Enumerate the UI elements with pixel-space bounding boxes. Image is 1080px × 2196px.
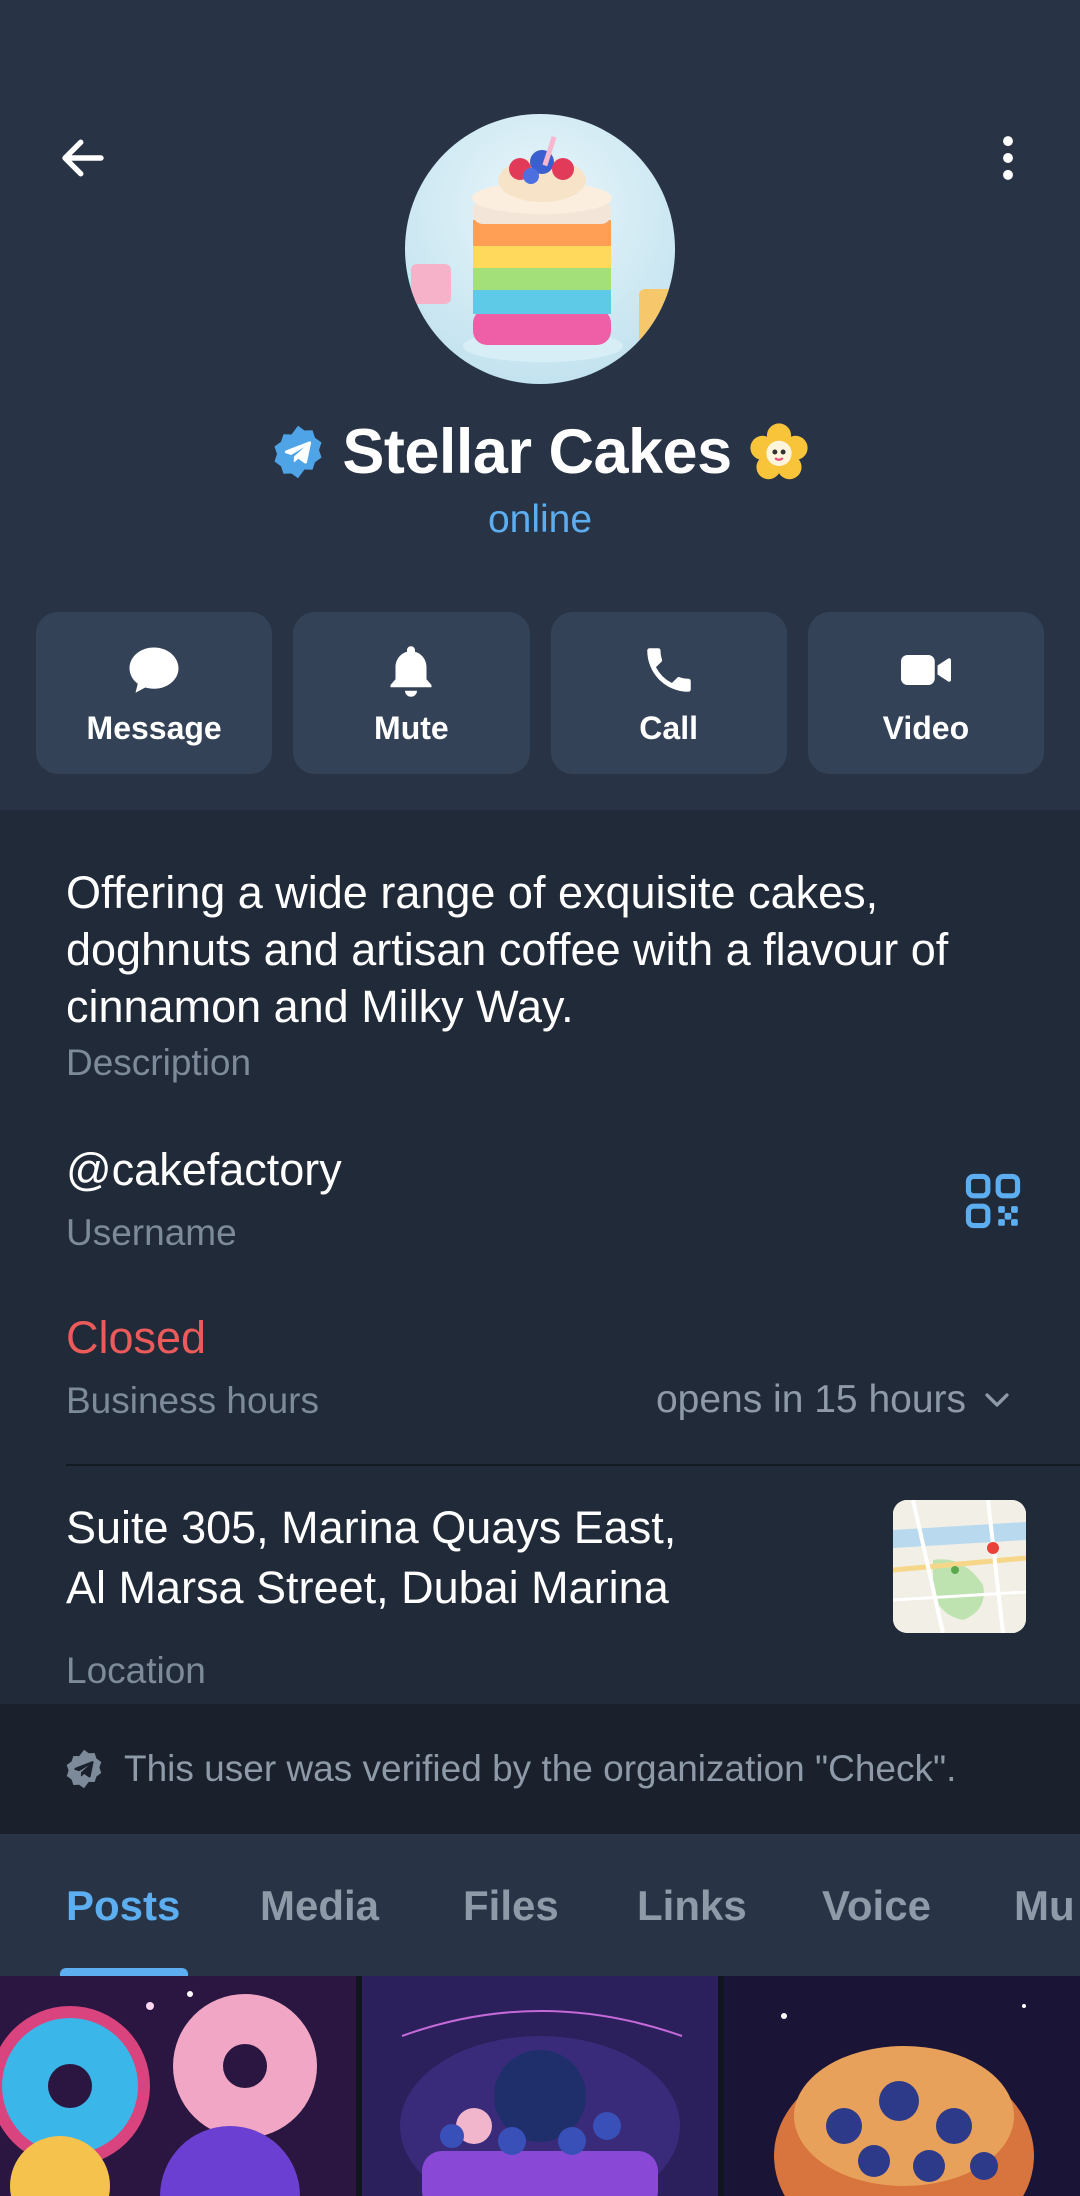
post-thumbnail[interactable]: [724, 1976, 1080, 2196]
business-hours-toggle[interactable]: opens in 15 hours: [656, 1378, 1014, 1422]
call-label: Call: [639, 709, 698, 746]
profile-info-section: Offering a wide range of exquisite cakes…: [0, 810, 1080, 1704]
map-image: [893, 1500, 1026, 1633]
message-label: Message: [86, 709, 222, 746]
username-value[interactable]: @cakefactory: [66, 1144, 342, 1196]
opens-text: opens in 15 hours: [655, 1378, 966, 1421]
arrow-left-icon: [62, 139, 104, 177]
blueberry-muffin-image: [724, 1976, 1080, 2196]
posts-grid: [0, 1976, 1080, 2196]
business-hours-label: Business hours: [66, 1380, 319, 1421]
profile-header: Stellar Cakes online Message Mute Call V…: [0, 0, 1080, 810]
qr-code-icon: [965, 1173, 1021, 1229]
verified-check-icon: [66, 1749, 102, 1789]
post-thumbnail[interactable]: [362, 1976, 718, 2196]
video-label: Video: [882, 709, 970, 746]
mute-button[interactable]: Mute: [293, 612, 530, 774]
action-buttons: Message Mute Call Video: [36, 612, 1044, 774]
blueberry-cake-image: [362, 1976, 718, 2196]
phone-icon: [646, 647, 691, 692]
online-status: online: [487, 498, 593, 541]
chat-bubble-icon: [129, 647, 179, 693]
location-map-thumbnail[interactable]: [893, 1500, 1026, 1633]
post-thumbnail[interactable]: [0, 1976, 356, 2196]
donuts-image: [0, 1976, 356, 2196]
divider: [66, 1464, 1080, 1466]
media-tabs: Posts Media Files Links Voice Mu: [0, 1834, 1080, 1976]
flower-emoji-icon: [750, 423, 808, 480]
description-text: Offering a wide range of exquisite cakes…: [66, 867, 949, 1032]
video-button[interactable]: Video: [807, 612, 1044, 774]
cake-avatar-image: [411, 136, 675, 362]
tab-voice[interactable]: Voice: [822, 1882, 931, 1930]
more-options-button[interactable]: [975, 125, 1041, 191]
tab-media[interactable]: Media: [260, 1882, 379, 1930]
profile-avatar[interactable]: [405, 114, 675, 384]
location-line-1: Suite 305, Marina Quays East,: [66, 1502, 677, 1553]
tab-files[interactable]: Files: [463, 1882, 559, 1930]
bell-icon: [390, 645, 432, 697]
location-line-2: Al Marsa Street, Dubai Marina: [66, 1562, 669, 1613]
location-label: Location: [66, 1650, 206, 1691]
verified-badge-icon: [274, 425, 322, 479]
tab-links[interactable]: Links: [637, 1882, 747, 1930]
username-label: Username: [66, 1212, 237, 1253]
call-button[interactable]: Call: [550, 612, 787, 774]
description-label: Description: [66, 1042, 252, 1083]
business-status: Closed: [66, 1312, 207, 1363]
back-button[interactable]: [50, 125, 116, 191]
active-tab-indicator: [60, 1968, 188, 1976]
verification-notice: This user was verified by the organizati…: [0, 1704, 1080, 1834]
verification-text: This user was verified by the organizati…: [124, 1748, 957, 1789]
qr-code-button[interactable]: [962, 1170, 1024, 1232]
video-camera-icon: [900, 654, 951, 685]
chevron-down-icon: [985, 1393, 1009, 1407]
profile-name-row: Stellar Cakes: [0, 412, 1080, 492]
mute-label: Mute: [374, 709, 449, 746]
location-value[interactable]: Suite 305, Marina Quays East, Al Marsa S…: [66, 1498, 676, 1618]
profile-name: Stellar Cakes: [342, 417, 732, 487]
more-vertical-icon: [1003, 136, 1013, 180]
tab-posts[interactable]: Posts: [66, 1882, 180, 1930]
message-button[interactable]: Message: [36, 612, 273, 774]
tab-music[interactable]: Mu: [1014, 1882, 1075, 1930]
